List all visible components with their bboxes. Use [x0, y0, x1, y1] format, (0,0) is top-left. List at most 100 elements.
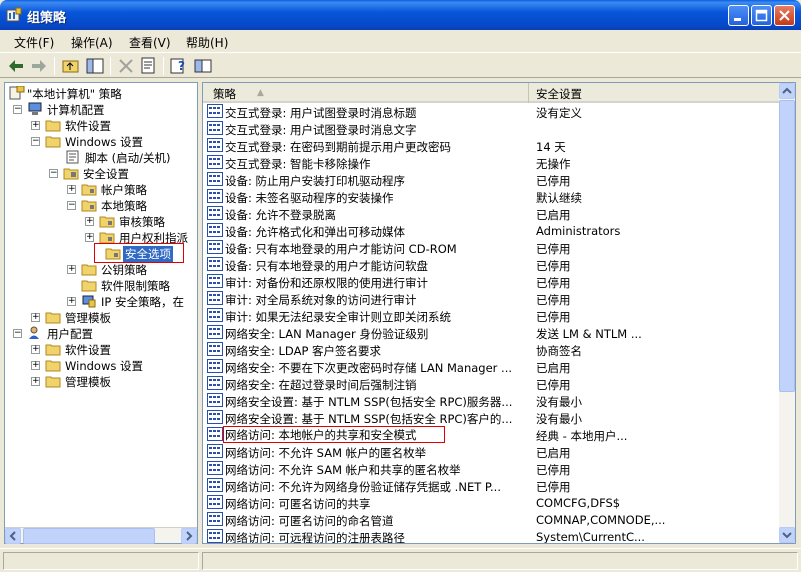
expand-icon[interactable]: +: [31, 361, 40, 370]
show-hide-tree-icon[interactable]: [85, 56, 105, 76]
scroll-up-button[interactable]: [779, 83, 795, 99]
expand-icon[interactable]: +: [31, 313, 40, 322]
folder-icon: [45, 312, 61, 324]
collapse-icon[interactable]: −: [49, 169, 58, 178]
table-row[interactable]: 网络访问: 可匿名访问的命名管道 COMNAP,COMNODE,...: [203, 511, 779, 528]
policy-setting-icon: [207, 410, 223, 424]
collapse-icon[interactable]: −: [13, 329, 22, 338]
delete-icon[interactable]: [116, 56, 136, 76]
folder-lock-icon: [81, 200, 97, 212]
policy-name: 交互式登录: 用户试图登录时消息文字: [225, 123, 417, 137]
tree-item-software-settings[interactable]: + 软件设置: [5, 117, 197, 133]
tree-pane[interactable]: "本地计算机" 策略 − 计算机配置 + 软件设置 − Windows 设置 脚…: [4, 82, 198, 544]
column-header-policy[interactable]: 策略 ▲: [203, 83, 529, 103]
table-row[interactable]: 网络访问: 可远程访问的注册表路径 System\CurrentC...: [203, 528, 779, 543]
close-button[interactable]: [774, 5, 795, 26]
table-row[interactable]: 网络安全设置: 基于 NTLM SSP(包括安全 RPC)客户的... 没有最小: [203, 409, 779, 426]
tree-item-windows-settings[interactable]: − Windows 设置: [5, 133, 197, 149]
ip-security-icon: [82, 295, 96, 308]
tree-item-user-windows-settings[interactable]: + Windows 设置: [5, 357, 197, 373]
menu-file[interactable]: 文件(F): [14, 34, 54, 51]
folder-open-icon: [45, 136, 61, 148]
tree-item-security-settings[interactable]: − 安全设置: [5, 165, 197, 181]
expand-icon[interactable]: +: [85, 217, 94, 226]
tree-item-public-key[interactable]: + 公钥策略: [5, 261, 197, 277]
table-row[interactable]: 网络访问: 不允许 SAM 帐户和共享的匿名枚举 已停用: [203, 460, 779, 477]
expand-icon[interactable]: +: [31, 377, 40, 386]
minimize-button[interactable]: [728, 5, 749, 26]
list-vertical-scrollbar[interactable]: [779, 83, 795, 543]
table-row[interactable]: 网络安全设置: 基于 NTLM SSP(包括安全 RPC)服务器... 没有最小: [203, 392, 779, 409]
table-row[interactable]: 网络访问: 可匿名访问的共享 COMCFG,DFS$: [203, 494, 779, 511]
tree-horizontal-scrollbar[interactable]: [5, 527, 197, 544]
tree-item-account-policies[interactable]: + 帐户策略: [5, 181, 197, 197]
table-row[interactable]: 审计: 对全局系统对象的访问进行审计 已停用: [203, 290, 779, 307]
policy-name: 网络访问: 可匿名访问的共享: [225, 497, 371, 511]
back-arrow-icon[interactable]: [6, 56, 26, 76]
table-row[interactable]: 设备: 允许不登录脱离 已启用: [203, 205, 779, 222]
table-row[interactable]: 网络访问: 本地帐户的共享和安全模式 经典 - 本地用户...: [203, 426, 779, 443]
collapse-icon[interactable]: −: [67, 201, 76, 210]
tree-item-scripts[interactable]: 脚本 (启动/关机): [5, 149, 197, 165]
table-row[interactable]: 设备: 未签名驱动程序的安装操作 默认继续: [203, 188, 779, 205]
tree-item-software-restriction[interactable]: 软件限制策略: [5, 277, 197, 293]
tree-item-user-admin-templates[interactable]: + 管理模板: [5, 373, 197, 389]
policy-setting: 已停用: [536, 276, 571, 290]
expand-icon[interactable]: +: [31, 121, 40, 130]
expand-icon[interactable]: +: [85, 233, 94, 242]
properties-icon[interactable]: [139, 56, 159, 76]
scroll-thumb[interactable]: [779, 100, 795, 392]
forward-arrow-icon[interactable]: [29, 56, 49, 76]
menu-action[interactable]: 操作(A): [71, 34, 113, 51]
scroll-thumb[interactable]: [23, 528, 155, 544]
table-row[interactable]: 交互式登录: 在密码到期前提示用户更改密码 14 天: [203, 137, 779, 154]
table-row[interactable]: 网络访问: 不允许 SAM 帐户的匿名枚举 已启用: [203, 443, 779, 460]
tree-item-user-software-settings[interactable]: + 软件设置: [5, 341, 197, 357]
table-row[interactable]: 设备: 允许格式化和弹出可移动媒体 Administrators: [203, 222, 779, 239]
up-folder-icon[interactable]: [61, 56, 81, 76]
collapse-icon[interactable]: −: [31, 137, 40, 146]
table-row[interactable]: 交互式登录: 智能卡移除操作 无操作: [203, 154, 779, 171]
scroll-right-button[interactable]: [181, 528, 197, 544]
scroll-down-button[interactable]: [779, 527, 795, 543]
tree-item-user-config[interactable]: − 用户配置: [5, 325, 197, 341]
table-row[interactable]: 网络访问: 不允许为网络身份验证储存凭据或 .NET P... 已停用: [203, 477, 779, 494]
expand-icon[interactable]: +: [31, 345, 40, 354]
table-row[interactable]: 交互式登录: 用户试图登录时消息标题 没有定义: [203, 103, 779, 120]
policy-setting: 已停用: [536, 242, 571, 256]
table-row[interactable]: 设备: 防止用户安装打印机驱动程序 已停用: [203, 171, 779, 188]
policy-setting: 已启用: [536, 446, 571, 460]
expand-icon[interactable]: +: [67, 297, 76, 306]
table-row[interactable]: 审计: 如果无法纪录安全审计则立即关闭系统 已停用: [203, 307, 779, 324]
expand-icon[interactable]: +: [67, 265, 76, 274]
tree-item-admin-templates[interactable]: + 管理模板: [5, 309, 197, 325]
title-bar[interactable]: 组策略: [0, 0, 801, 30]
table-row[interactable]: 设备: 只有本地登录的用户才能访问 CD-ROM 已停用: [203, 239, 779, 256]
tree-item-ip-security[interactable]: + IP 安全策略，在: [5, 293, 197, 309]
view-icon[interactable]: [193, 56, 213, 76]
policy-list-pane[interactable]: 策略 ▲ 安全设置 交互式登录: 用户试图登录时消息标题 没有定义交互式登录: 用…: [202, 82, 796, 544]
chevron-right-icon: [186, 531, 193, 541]
table-row[interactable]: 审计: 对备份和还原权限的使用进行审计 已停用: [203, 273, 779, 290]
menu-view[interactable]: 查看(V): [129, 34, 171, 51]
menu-help[interactable]: 帮助(H): [186, 34, 228, 51]
help-icon[interactable]: ?: [169, 56, 189, 76]
table-row[interactable]: 网络安全: 不要在下次更改密码时存储 LAN Manager ... 已启用: [203, 358, 779, 375]
collapse-icon[interactable]: −: [13, 105, 22, 114]
table-row[interactable]: 网络安全: 在超过登录时间后强制注销 已停用: [203, 375, 779, 392]
status-cell-right: [202, 552, 798, 570]
tree-item-root[interactable]: "本地计算机" 策略: [5, 85, 197, 101]
tree-item-audit-policy[interactable]: + 审核策略: [5, 213, 197, 229]
expand-icon[interactable]: +: [67, 185, 76, 194]
table-row[interactable]: 设备: 只有本地登录的用户才能访问软盘 已停用: [203, 256, 779, 273]
column-header-setting[interactable]: 安全设置: [530, 83, 779, 103]
tree-item-local-policies[interactable]: − 本地策略: [5, 197, 197, 213]
maximize-button[interactable]: [751, 5, 772, 26]
table-row[interactable]: 网络安全: LDAP 客户签名要求 协商签名: [203, 341, 779, 358]
table-row[interactable]: 网络安全: LAN Manager 身份验证级别 发送 LM & NTLM ...: [203, 324, 779, 341]
policy-setting: 协商签名: [536, 344, 582, 358]
scroll-left-button[interactable]: [5, 528, 21, 544]
tree-item-computer-config[interactable]: − 计算机配置: [5, 101, 197, 117]
status-bar: [0, 548, 801, 572]
table-row[interactable]: 交互式登录: 用户试图登录时消息文字: [203, 120, 779, 137]
